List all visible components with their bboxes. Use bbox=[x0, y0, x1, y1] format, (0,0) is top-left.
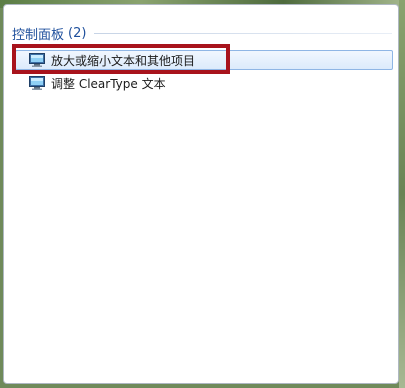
result-item-label: 调整 ClearType 文本 bbox=[51, 76, 166, 91]
display-settings-icon bbox=[29, 53, 45, 67]
group-divider bbox=[94, 32, 392, 34]
desktop-background-right bbox=[399, 0, 405, 388]
result-group-header[interactable]: 控制面板 (2) bbox=[12, 23, 392, 43]
group-count: (2) bbox=[68, 25, 87, 41]
display-settings-icon bbox=[29, 76, 45, 90]
start-menu-search-results-panel: 控制面板 (2) 放大或缩小文本和其他项目 调整 ClearType 文本 bbox=[3, 4, 399, 384]
group-title: 控制面板 bbox=[12, 27, 65, 43]
result-item-label: 放大或缩小文本和其他项目 bbox=[51, 53, 196, 68]
result-item-cleartype[interactable]: 调整 ClearType 文本 bbox=[15, 73, 393, 93]
result-item-zoom-text[interactable]: 放大或缩小文本和其他项目 bbox=[15, 50, 393, 70]
